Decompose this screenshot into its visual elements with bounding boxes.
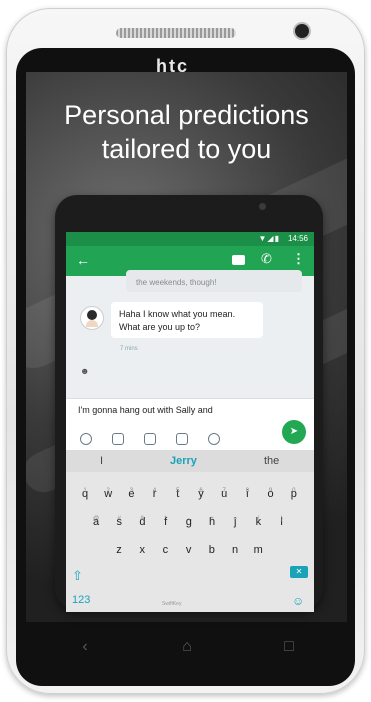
previous-message-text: the weekends, though! — [136, 278, 217, 287]
key-hint: 8 — [245, 488, 250, 494]
key-hint: + — [210, 516, 214, 522]
keyboard-row: a @ s # d & f * g - h + j = k( l) — [66, 512, 314, 536]
key-a[interactable]: a @ — [87, 512, 105, 532]
key-o[interactable]: o9 — [262, 484, 280, 504]
key-hint: & — [140, 516, 145, 522]
conversation-area: the weekends, though! Haha I know what y… — [66, 270, 314, 398]
speaker-grille — [116, 28, 236, 38]
key-hint: 2 — [106, 488, 110, 494]
key-m[interactable]: m — [249, 540, 267, 560]
front-camera — [295, 24, 309, 38]
key-hint: - — [187, 516, 190, 522]
key-f[interactable]: f * — [157, 512, 175, 532]
key-hint: 5 — [176, 488, 180, 494]
key-s[interactable]: s # — [110, 512, 128, 532]
gallery-icon[interactable] — [112, 433, 124, 445]
emoji-icon[interactable] — [80, 433, 92, 445]
sticker-icon[interactable] — [176, 433, 188, 445]
key-t[interactable]: t5 — [169, 484, 187, 504]
key-d[interactable]: d & — [133, 512, 151, 532]
prediction-left[interactable]: I — [100, 455, 103, 467]
video-call-icon[interactable] — [232, 255, 245, 265]
prediction-bar: I Jerry the — [66, 450, 314, 472]
spacebar-label[interactable]: SwiftKey — [162, 601, 181, 607]
key-p[interactable]: p0 — [285, 484, 303, 504]
key-hint: 0 — [292, 488, 296, 494]
key-hint: 1 — [83, 488, 87, 494]
contact-avatar[interactable] — [80, 306, 104, 330]
key-j[interactable]: j = — [226, 512, 244, 532]
key-b[interactable]: b — [203, 540, 221, 560]
key-z[interactable]: z — [110, 540, 128, 560]
key-l[interactable]: l) — [273, 512, 291, 532]
prediction-right[interactable]: the — [264, 455, 279, 467]
key-e[interactable]: e3 — [122, 484, 140, 504]
user-avatar-icon: ☻ — [80, 366, 90, 376]
key-g[interactable]: g- — [180, 512, 198, 532]
more-options-icon[interactable]: ⋮ — [292, 251, 305, 267]
key-v[interactable]: v — [180, 540, 198, 560]
messaging-app: ▼◢▮ 14:56 ← ✆ ⋮ the weekends, though! Ha… — [66, 232, 314, 612]
shift-key-icon[interactable]: ⇧ — [72, 568, 83, 584]
keyboard: I Jerry the q 1 w 2 e 3 r 4 t 5 y 6 u 7 i 8 o 9 p 0 a @ s # d & f *… — [66, 450, 314, 612]
key-hint: 6 — [199, 488, 203, 494]
promo-headline-line1: Personal predictions — [64, 100, 309, 130]
location-icon[interactable] — [208, 433, 220, 445]
previous-message-bubble: the weekends, though! — [126, 270, 302, 292]
key-hint: 9 — [268, 488, 273, 494]
key-h[interactable]: h + — [203, 512, 221, 532]
key-r[interactable]: r4 — [146, 484, 164, 504]
key-hint: 7 — [222, 488, 226, 494]
key-n[interactable]: n — [226, 540, 244, 560]
key-c[interactable]: c — [156, 540, 174, 560]
key-hint: ( — [257, 516, 260, 522]
prediction-center[interactable]: Jerry — [170, 455, 197, 467]
incoming-message-bubble: Haha I know what you mean. What are you … — [111, 302, 263, 338]
back-arrow-icon[interactable]: ← — [76, 252, 90, 268]
keyboard-row: zxcvbnm — [66, 540, 314, 564]
key-q[interactable]: q1 — [76, 484, 94, 504]
message-timestamp: 7 mins — [120, 346, 138, 352]
emoji-key-icon[interactable]: ☺ — [292, 594, 304, 608]
phone-navigation-bar: ‹ ⌂ □ — [26, 624, 347, 670]
recents-nav-icon[interactable]: □ — [278, 636, 300, 658]
key-w[interactable]: w2 — [99, 484, 117, 504]
key-hint: 3 — [129, 488, 134, 494]
status-bar: ▼◢▮ 14:56 — [66, 232, 314, 246]
keyboard-row: q1w2e3 r4t5y6u7i8 o9p0 — [66, 484, 314, 508]
backspace-key-icon[interactable]: ✕ — [290, 566, 308, 578]
numbers-key[interactable]: 123 — [72, 594, 90, 606]
key-hint: @ — [92, 516, 100, 522]
key-u[interactable]: u7 — [215, 484, 233, 504]
promo-headline-line2: tailored to you — [101, 134, 272, 164]
status-time: 14:56 — [287, 234, 308, 243]
incoming-message-line1: Haha I know what you mean. — [119, 309, 236, 319]
phone-call-icon[interactable]: ✆ — [261, 251, 272, 267]
key-hint: 4 — [152, 488, 157, 494]
key-hint: ) — [280, 516, 283, 522]
send-button[interactable]: ➤ — [282, 420, 306, 444]
key-hint: = — [233, 516, 237, 522]
signal-battery-icons: ▼◢▮ — [258, 234, 280, 243]
home-nav-icon[interactable]: ⌂ — [176, 636, 198, 658]
back-nav-icon[interactable]: ‹ — [74, 636, 96, 658]
key-hint: * — [164, 516, 167, 522]
key-x[interactable]: x — [133, 540, 151, 560]
keyboard-footer: 123 SwiftKey ☺ — [66, 590, 314, 612]
compose-input[interactable]: I'm gonna hang out with Sally and — [78, 405, 213, 415]
inner-phone-camera — [259, 203, 266, 210]
key-y[interactable]: y6 — [192, 484, 210, 504]
camera-icon[interactable] — [144, 433, 156, 445]
incoming-message-line2: What are you up to? — [119, 322, 201, 332]
compose-bar: I'm gonna hang out with Sally and ➤ — [66, 398, 314, 451]
key-k[interactable]: k( — [249, 512, 267, 532]
key-hint: # — [117, 516, 121, 522]
key-i[interactable]: i8 — [238, 484, 256, 504]
